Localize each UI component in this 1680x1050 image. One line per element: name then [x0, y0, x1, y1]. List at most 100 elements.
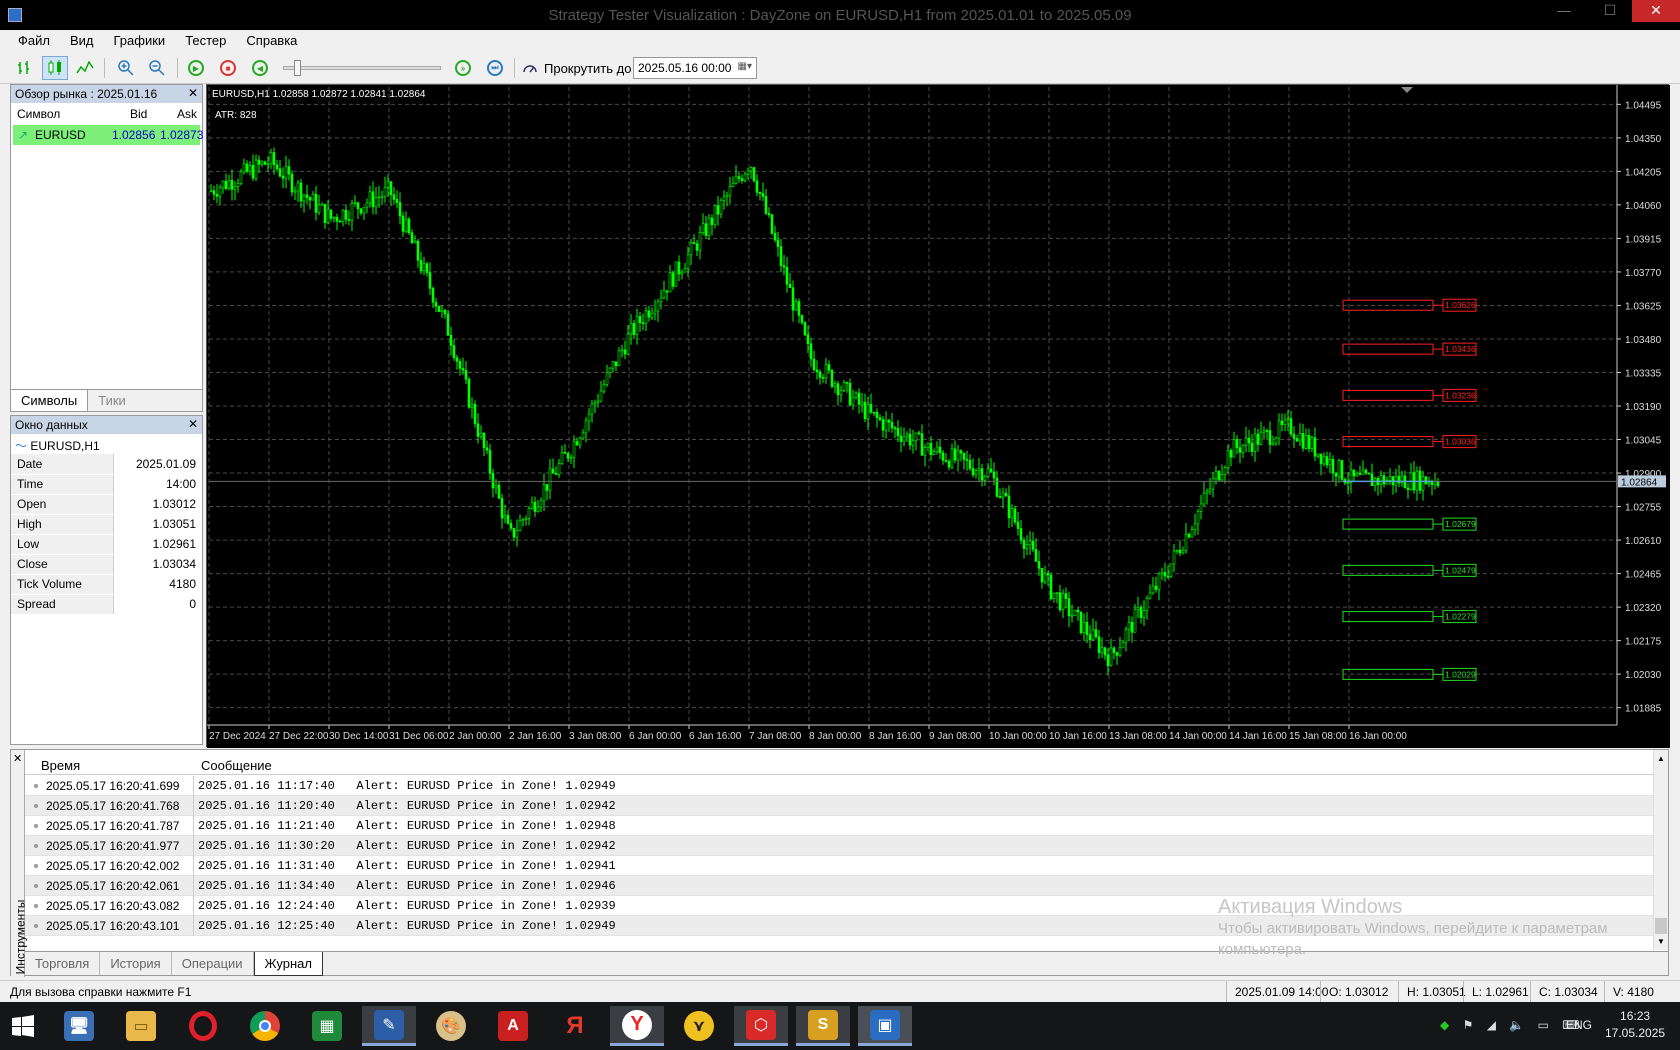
candle-body	[971, 468, 975, 476]
time-label: 6 Jan 16:00	[689, 731, 742, 742]
candle-body	[806, 334, 810, 345]
symbol-ask: 1.02873	[160, 128, 204, 142]
menu-help[interactable]: Справка	[236, 30, 307, 48]
taskbar-pdf[interactable]: A	[486, 1006, 540, 1046]
candle-body	[1061, 593, 1065, 610]
candle-body	[902, 436, 906, 442]
close-icon[interactable]: ✕	[188, 86, 198, 100]
candle-body	[590, 403, 594, 415]
data-value: 2025.01.09	[113, 454, 202, 475]
shield-icon[interactable]: ◆	[1440, 1018, 1449, 1032]
network-icon[interactable]: ◢	[1487, 1018, 1496, 1032]
col-symbol[interactable]: Символ	[17, 107, 60, 121]
tab-symbols[interactable]: Символы	[11, 390, 89, 411]
candle-body	[320, 203, 324, 206]
rewind-icon[interactable]: ◀	[247, 56, 273, 80]
calendar-dropdown-icon[interactable]: ▦▾	[738, 61, 752, 72]
maximize-button[interactable]: ☐	[1590, 0, 1630, 22]
candle-body	[1184, 533, 1188, 551]
skip-to-end-icon[interactable]: ⏭	[482, 56, 508, 80]
start-button[interactable]	[0, 1006, 46, 1046]
log-time: 2025.05.17 16:20:43.101	[46, 919, 180, 933]
candle-body	[794, 301, 798, 311]
candle-body	[1199, 503, 1203, 512]
fast-forward-icon[interactable]: »	[450, 56, 476, 80]
menu-view[interactable]: Вид	[60, 30, 104, 48]
candle-body	[1151, 585, 1155, 594]
play-icon[interactable]: ▶	[183, 56, 209, 80]
journal-row[interactable]: 2025.05.17 16:20:42.061 2025.01.16 11:34:…	[25, 876, 1653, 896]
candle-body	[1301, 433, 1305, 449]
symbol-row[interactable]: ↗ EURUSD 1.02856 1.02873	[13, 125, 204, 145]
menu-file[interactable]: Файл	[0, 30, 60, 48]
bar-chart-icon[interactable]	[12, 56, 38, 80]
taskbar-chrome[interactable]	[238, 1006, 292, 1046]
taskbar-yandex-browser[interactable]: Я	[548, 1006, 602, 1046]
log-message: 2025.01.16 11:17:40 Alert: EURUSD Price …	[198, 779, 616, 793]
tab-journal[interactable]: Журнал	[253, 952, 323, 976]
scroll-date-input[interactable]: 2025.05.16 00:00 ▦▾	[633, 57, 757, 79]
menu-charts[interactable]: Графики	[104, 30, 176, 48]
line-chart-icon[interactable]	[72, 56, 98, 80]
clock[interactable]: 16:23 17.05.2025	[1605, 1008, 1665, 1042]
candle-body	[374, 197, 378, 208]
journal-row[interactable]: 2025.05.17 16:20:42.002 2025.01.16 11:31:…	[25, 856, 1653, 876]
chart-canvas[interactable]: 1.04495 1.04350 1.04205 1.04060 1.03915 1.037…	[207, 85, 1670, 748]
language-indicator[interactable]: ENG	[1566, 1018, 1592, 1032]
journal-row[interactable]: 2025.05.17 16:20:41.768 2025.01.16 11:20:…	[25, 796, 1653, 816]
candlestick-chart-icon[interactable]	[42, 56, 68, 80]
slider-thumb[interactable]	[294, 60, 301, 76]
log-bullet-icon	[34, 884, 38, 888]
taskbar-calculator[interactable]: ▦	[300, 1006, 354, 1046]
zone-label: 1.02029	[1445, 669, 1476, 679]
tab-ticks[interactable]: Тики	[88, 390, 136, 411]
stop-icon[interactable]: ■	[215, 56, 241, 80]
taskbar-explorer[interactable]: ▭	[114, 1006, 168, 1046]
candle-body	[1262, 430, 1266, 433]
scroll-up-icon[interactable]: ▲	[1657, 754, 1665, 763]
col-bid[interactable]: Bid	[130, 107, 147, 121]
price-chart[interactable]: 1.04495 1.04350 1.04205 1.04060 1.03915 1.037…	[206, 84, 1670, 748]
zoom-in-icon[interactable]	[113, 56, 139, 80]
taskbar-opera[interactable]	[176, 1006, 230, 1046]
scroll-down-icon[interactable]: ▼	[1657, 937, 1665, 946]
taskbar-computer[interactable]: 🖥	[52, 1006, 106, 1046]
candle-body	[251, 165, 255, 179]
taskbar-metatrader[interactable]: ▣	[858, 1006, 912, 1046]
journal-row[interactable]: 2025.05.17 16:20:41.977 2025.01.16 11:30:…	[25, 836, 1653, 856]
flag-icon[interactable]: ⚑	[1463, 1018, 1474, 1032]
taskbar-coin[interactable]: ⋎	[672, 1006, 726, 1046]
col-message[interactable]: Сообщение	[201, 758, 272, 773]
taskbar-yandex[interactable]: Y	[610, 1006, 664, 1046]
tab-operations[interactable]: Операции	[172, 952, 254, 975]
tab-trade[interactable]: Торговля	[25, 952, 101, 975]
candle-body	[326, 209, 330, 223]
volume-icon[interactable]: 🔈	[1509, 1018, 1524, 1032]
col-time[interactable]: Время	[41, 758, 80, 773]
candle-body	[1148, 592, 1152, 599]
close-icon[interactable]: ✕	[13, 752, 22, 765]
taskbar-notepad[interactable]: ✎	[362, 1006, 416, 1046]
close-icon[interactable]: ✕	[188, 417, 198, 431]
minimize-button[interactable]: —	[1544, 0, 1584, 22]
display-icon[interactable]: ▭	[1538, 1018, 1549, 1032]
menu-tester[interactable]: Тестер	[175, 30, 236, 48]
taskbar-paint[interactable]: 🎨	[424, 1006, 478, 1046]
journal-row[interactable]: 2025.05.17 16:20:41.787 2025.01.16 11:21:…	[25, 816, 1653, 836]
log-message: 2025.01.16 12:24:40 Alert: EURUSD Price …	[198, 899, 616, 913]
col-ask[interactable]: Ask	[177, 107, 197, 121]
tab-history[interactable]: История	[100, 952, 172, 975]
close-button[interactable]: ✕	[1632, 0, 1680, 22]
zoom-out-icon[interactable]	[144, 56, 170, 80]
candle-body	[875, 411, 879, 418]
price-label: 1.03480	[1625, 335, 1662, 346]
taskbar-box[interactable]: ⬡	[734, 1006, 788, 1046]
journal-row[interactable]: 2025.05.17 16:20:41.699 2025.01.16 11:17:…	[25, 776, 1653, 796]
candle-body	[839, 389, 843, 396]
candle-body	[230, 179, 234, 190]
candle-body	[413, 240, 417, 244]
journal-scrollbar[interactable]: ▲ ▼	[1653, 750, 1668, 950]
speed-slider[interactable]	[283, 60, 441, 76]
taskbar-app[interactable]: S	[796, 1006, 850, 1046]
scroll-thumb[interactable]	[1655, 918, 1667, 934]
